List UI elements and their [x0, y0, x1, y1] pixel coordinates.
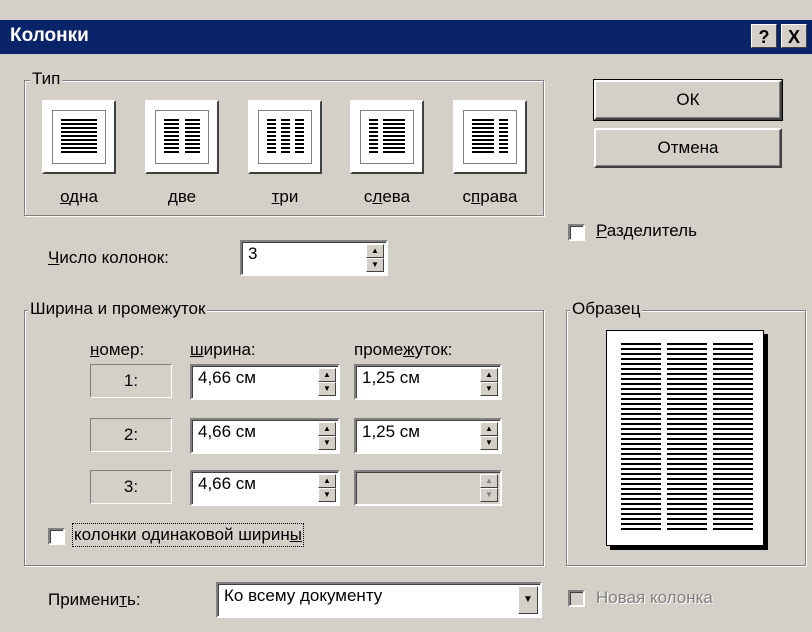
gap-up-1[interactable]: ▲ — [480, 368, 498, 382]
apply-label: Применить: — [48, 590, 141, 609]
preset-three-label: три — [271, 187, 299, 206]
preset-left-label: слева — [363, 187, 411, 206]
new-column-checkbox — [568, 590, 585, 607]
apply-select[interactable]: Ко всему документу ▼ — [216, 582, 542, 618]
sample-column-2 — [667, 343, 707, 533]
width-input-3[interactable]: 4,66 см ▲ ▼ — [190, 470, 340, 506]
chevron-down-icon[interactable]: ▼ — [518, 586, 538, 614]
col-gap-header: промежуток: — [354, 340, 453, 359]
row-number-1: 1: — [90, 364, 172, 398]
sample-preview — [606, 330, 764, 546]
window-title: Колонки — [10, 25, 89, 46]
width-down-1[interactable]: ▼ — [318, 382, 336, 396]
new-column-label: Новая колонка — [596, 588, 713, 607]
preset-three[interactable] — [248, 100, 322, 174]
row-number-2: 2: — [90, 418, 172, 452]
title-bar: Колонки ? X — [0, 20, 812, 54]
width-up-2[interactable]: ▲ — [318, 422, 336, 436]
column-count-up-button[interactable]: ▲ — [366, 244, 384, 258]
column-count-down-button[interactable]: ▼ — [366, 258, 384, 272]
ok-button[interactable]: ОК — [593, 79, 783, 121]
sample-column-3 — [713, 343, 753, 533]
row-number-3: 3: — [90, 470, 172, 504]
gap-input-3: ▲ ▼ — [354, 470, 502, 506]
equal-width-label: колонки одинаковой ширины — [72, 523, 304, 547]
width-input-2[interactable]: 4,66 см ▲ ▼ — [190, 418, 340, 454]
gap-input-2[interactable]: 1,25 см ▲ ▼ — [354, 418, 502, 454]
preset-two-label: две — [167, 187, 197, 206]
separator-checkbox[interactable] — [568, 224, 585, 241]
gap-down-3: ▼ — [480, 488, 498, 502]
sample-column-1 — [621, 343, 661, 533]
width-up-1[interactable]: ▲ — [318, 368, 336, 382]
column-count-label: Число колонок: — [48, 248, 169, 267]
width-up-3[interactable]: ▲ — [318, 474, 336, 488]
equal-width-checkbox[interactable] — [48, 528, 65, 545]
sample-group-label: Образец — [570, 299, 643, 319]
type-group-label: Тип — [30, 69, 63, 89]
width-down-2[interactable]: ▼ — [318, 436, 336, 450]
close-button[interactable]: X — [781, 24, 807, 48]
preset-two[interactable] — [145, 100, 219, 174]
gap-input-1[interactable]: 1,25 см ▲ ▼ — [354, 364, 502, 400]
separator-label: Разделитель — [596, 221, 697, 240]
gap-down-2[interactable]: ▼ — [480, 436, 498, 450]
width-spacing-group-label: Ширина и промежуток — [28, 299, 208, 319]
preset-one-label: одна — [60, 187, 98, 206]
width-input-1[interactable]: 4,66 см ▲ ▼ — [190, 364, 340, 400]
col-width-header: ширина: — [190, 340, 256, 359]
gap-down-1[interactable]: ▼ — [480, 382, 498, 396]
gap-up-3: ▲ — [480, 474, 498, 488]
preset-one[interactable] — [42, 100, 116, 174]
gap-up-2[interactable]: ▲ — [480, 422, 498, 436]
cancel-button[interactable]: Отмена — [594, 128, 782, 168]
help-button[interactable]: ? — [751, 24, 777, 48]
width-down-3[interactable]: ▼ — [318, 488, 336, 502]
preset-left[interactable] — [350, 100, 424, 174]
col-number-header: номер: — [90, 340, 145, 359]
columns-dialog: Колонки ? X Тип одна две три слева справ… — [0, 0, 812, 632]
preset-right[interactable] — [453, 100, 527, 174]
preset-right-label: справа — [462, 187, 518, 206]
column-count-input[interactable]: 3 ▲ ▼ — [240, 240, 388, 276]
